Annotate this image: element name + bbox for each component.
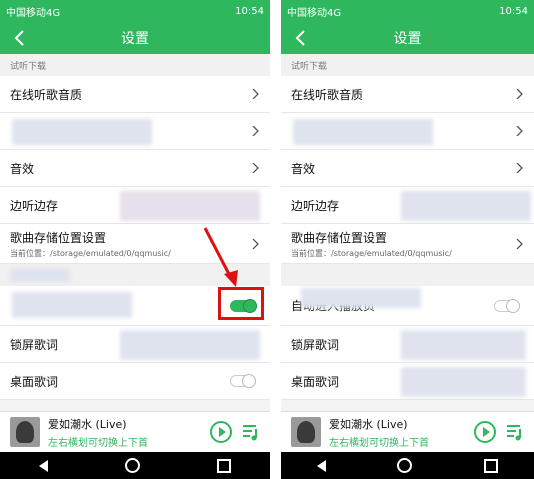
setting-label: 锁屏歌词: [291, 337, 340, 352]
storage-path: 当前位置：/storage/emulated/0/qqmusic/: [291, 248, 452, 258]
chevron-right-icon: [516, 126, 523, 136]
setting-desktop-lyrics[interactable]: 桌面歌词: [281, 363, 534, 400]
setting-label: 在线听歌音质: [291, 87, 364, 102]
setting-lockscreen-lyrics[interactable]: 锁屏歌词: [281, 326, 534, 363]
setting-auto-play-page[interactable]: 自动进入播放页: [281, 286, 534, 326]
playlist-icon[interactable]: [506, 423, 524, 441]
phone-screen-right: 中国移动4G 10:54 设置 试听下载 在线听歌音质 音效 边听边存 歌曲存储…: [281, 0, 534, 479]
setting-label: 桌面歌词: [291, 374, 340, 389]
title-bar: 设置: [281, 22, 534, 54]
back-icon[interactable]: [291, 28, 311, 48]
album-cover: [291, 417, 321, 447]
setting-label: 音效: [291, 161, 316, 176]
blurred-content: [401, 367, 526, 397]
section-header-download: 试听下载: [281, 54, 534, 76]
setting-cache-while-listening[interactable]: 边听边存: [281, 187, 534, 224]
blurred-content: [301, 288, 421, 308]
chevron-right-icon: [516, 238, 523, 249]
chevron-right-icon: [516, 163, 523, 173]
page-title: 设置: [393, 31, 422, 47]
setting-sound-effect[interactable]: 音效: [281, 150, 534, 187]
blurred-content: [293, 119, 433, 145]
annotation-arrow: [203, 227, 238, 287]
android-nav-bar: [281, 452, 534, 479]
play-icon[interactable]: [474, 421, 496, 443]
setting-online-quality[interactable]: 在线听歌音质: [281, 76, 534, 113]
section-header-blurred: [281, 264, 534, 286]
nav-home-icon[interactable]: [397, 458, 413, 473]
setting-label: 边听边存: [291, 198, 340, 213]
chevron-right-icon: [516, 89, 523, 99]
setting-storage-location[interactable]: 歌曲存储位置设置 当前位置：/storage/emulated/0/qqmusi…: [281, 224, 534, 264]
song-title: 爱如潮水 (Live): [329, 417, 408, 431]
highlight-box: [218, 287, 264, 320]
clock: 10:54: [499, 5, 528, 17]
mini-player[interactable]: 爱如潮水 (Live) 左右横划可切换上下首: [281, 411, 534, 452]
nav-recent-icon[interactable]: [484, 458, 499, 473]
blurred-content: [401, 330, 526, 360]
player-hint: 左右横划可切换上下首: [329, 437, 429, 449]
carrier-label: 中国移动4G: [287, 7, 342, 19]
setting-blurred[interactable]: [281, 113, 534, 150]
setting-label: 歌曲存储位置设置: [291, 230, 388, 245]
nav-back-icon[interactable]: [316, 459, 326, 472]
autoplay-toggle[interactable]: [494, 298, 520, 313]
blurred-content: [401, 191, 531, 221]
status-bar: 中国移动4G 10:54: [281, 0, 534, 22]
